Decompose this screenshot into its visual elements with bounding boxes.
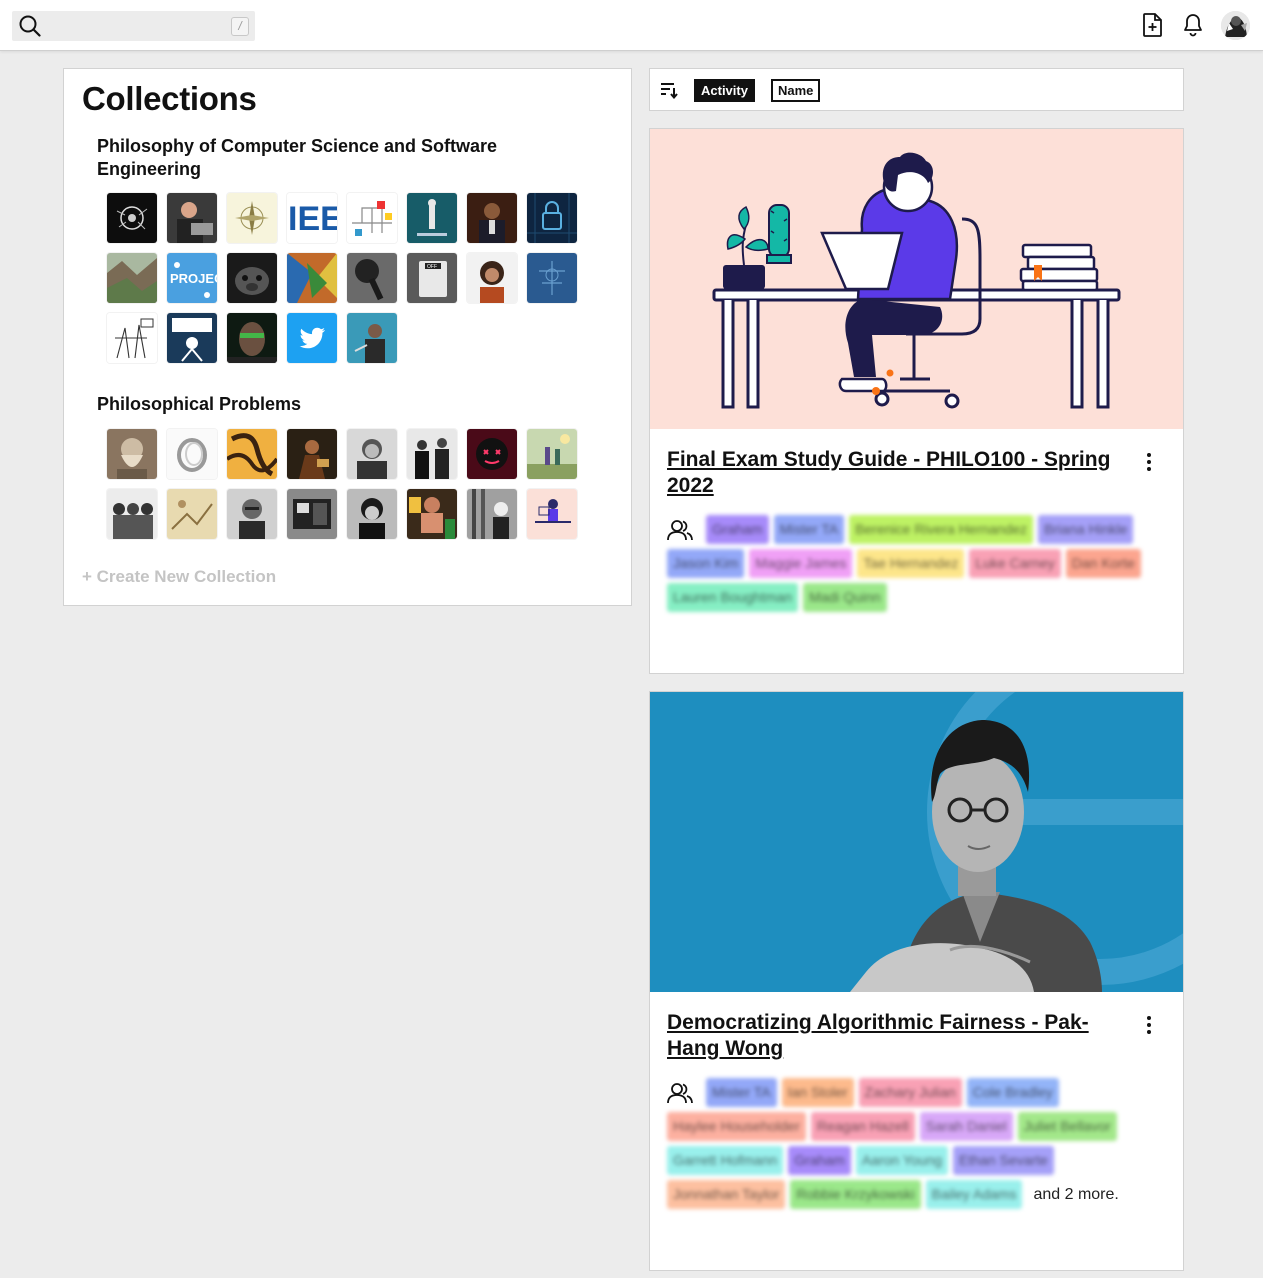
collections-heading: Collections	[82, 80, 257, 117]
collection-thumbnail[interactable]	[107, 429, 157, 479]
collection-thumbnail[interactable]	[527, 489, 577, 539]
participant-chip[interactable]: Haylee Householder	[667, 1112, 806, 1141]
collection-thumbnails: IEE PROJECT OFF	[107, 193, 577, 363]
collection-thumbnail[interactable]	[107, 193, 157, 243]
people-icon	[667, 515, 701, 544]
participant-chip[interactable]: Mister TA	[706, 1078, 777, 1107]
collection-thumbnail[interactable]: OFF	[407, 253, 457, 303]
collection-thumbnail[interactable]	[227, 193, 277, 243]
collection-thumbnail[interactable]: PROJECT	[167, 253, 217, 303]
participant-chip[interactable]: Graham	[706, 515, 769, 544]
participant-chip[interactable]: Cole Bradley	[966, 1078, 1059, 1107]
participant-chip[interactable]: Juliet Bellavor	[1017, 1112, 1117, 1141]
participant-chip[interactable]: Sarah Daniel	[919, 1112, 1013, 1141]
participant-chip[interactable]: Ethan Sevarte	[953, 1146, 1054, 1175]
collection-thumbnail[interactable]	[467, 429, 517, 479]
document-card: Final Exam Study Guide - PHILO100 - Spri…	[649, 128, 1184, 674]
participant-chip[interactable]: Bailey Adams	[925, 1180, 1023, 1209]
collection-thumbnail[interactable]	[227, 313, 277, 363]
search-shortcut-badge: /	[231, 17, 249, 36]
collection-thumbnail[interactable]	[227, 429, 277, 479]
collection-thumbnail[interactable]	[167, 193, 217, 243]
participant-chip[interactable]: Robbie Krzykowski	[790, 1180, 921, 1209]
participant-chip[interactable]: Lauren Boughtman	[667, 583, 799, 612]
more-participants-label: and 2 more.	[1033, 1185, 1119, 1203]
collection-thumbnail[interactable]	[347, 253, 397, 303]
new-document-icon[interactable]	[1141, 12, 1167, 38]
collection-thumbnail[interactable]	[527, 253, 577, 303]
top-bar: /	[0, 0, 1263, 51]
collection-thumbnail[interactable]	[407, 489, 457, 539]
collection-title[interactable]: Philosophical Problems	[97, 393, 557, 416]
participant-chip[interactable]: Garrett Hofmann	[667, 1146, 784, 1175]
svg-text:IEE: IEE	[288, 200, 337, 238]
search-input[interactable]	[52, 15, 222, 37]
collection-thumbnail[interactable]: IEE	[287, 193, 337, 243]
card-image[interactable]	[650, 692, 1183, 992]
collection-thumbnail[interactable]	[347, 313, 397, 363]
collection-thumbnail[interactable]	[167, 489, 217, 539]
collection-thumbnail[interactable]	[527, 429, 577, 479]
collection-thumbnail[interactable]	[287, 489, 337, 539]
collection-thumbnail[interactable]	[107, 253, 157, 303]
participant-chip[interactable]: Tae Hernandez	[857, 549, 965, 578]
participant-chip[interactable]: Ian Stoler	[781, 1078, 854, 1107]
search-icon[interactable]	[19, 15, 41, 42]
collection-thumbnail[interactable]	[287, 313, 337, 363]
participant-chip[interactable]: Jason Kim	[667, 549, 745, 578]
collection-thumbnail[interactable]	[167, 313, 217, 363]
card-image[interactable]	[650, 129, 1183, 429]
participants-list: Mister TA Ian Stoler Zachary Julian Cole Br…	[667, 1078, 1177, 1209]
collection-thumbnail[interactable]	[287, 253, 337, 303]
create-collection-button[interactable]: + Create New Collection	[82, 567, 276, 587]
collection-thumbnail[interactable]	[407, 429, 457, 479]
participant-chip[interactable]: Madi Quinn	[803, 583, 887, 612]
participant-chip[interactable]: Graham	[788, 1146, 851, 1175]
sort-icon[interactable]	[660, 81, 678, 104]
more-options-icon[interactable]	[1141, 1014, 1157, 1036]
collection-thumbnail[interactable]	[347, 193, 397, 243]
participant-chip[interactable]: Luke Carney	[969, 549, 1061, 578]
participants-list: Graham Mister TA Berenice Rivera Hernandez…	[667, 515, 1177, 612]
search-box[interactable]: /	[12, 11, 255, 41]
card-title[interactable]: Democratizing Algorithmic Fairness - Pak…	[667, 1010, 1132, 1062]
participant-chip[interactable]: Berenice Rivera Hernandez	[849, 515, 1034, 544]
collection-thumbnail[interactable]	[467, 489, 517, 539]
collection-thumbnail[interactable]	[227, 489, 277, 539]
collection-thumbnail[interactable]	[407, 193, 457, 243]
collection-thumbnail[interactable]	[287, 429, 337, 479]
document-card: Democratizing Algorithmic Fairness - Pak…	[649, 691, 1184, 1271]
collection-thumbnail[interactable]	[467, 253, 517, 303]
collection-thumbnail[interactable]	[467, 193, 517, 243]
collection-thumbnail[interactable]	[227, 253, 277, 303]
collection-title[interactable]: Philosophy of Computer Science and Softw…	[97, 135, 557, 181]
card-title[interactable]: Final Exam Study Guide - PHILO100 - Spri…	[667, 447, 1132, 499]
participant-chip[interactable]: Jonnathan Taylor	[667, 1180, 786, 1209]
sort-name-button[interactable]: Name	[771, 79, 821, 102]
svg-text:OFF: OFF	[427, 264, 437, 270]
participant-chip[interactable]: Aaron Young	[855, 1146, 949, 1175]
collection-thumbnail[interactable]	[527, 193, 577, 243]
collection-thumbnail[interactable]	[107, 489, 157, 539]
participant-chip[interactable]: Mister TA	[773, 515, 845, 544]
participant-chip[interactable]: Maggie James	[749, 549, 853, 578]
collections-panel: Collections Philosophy of Computer Scien…	[63, 68, 632, 606]
more-options-icon[interactable]	[1141, 451, 1157, 473]
svg-text:PROJECT: PROJECT	[170, 271, 217, 286]
participant-chip[interactable]: Dan Korte	[1065, 549, 1141, 578]
collection-thumbnail[interactable]	[107, 313, 157, 363]
participant-chip[interactable]: Zachary Julian	[858, 1078, 962, 1107]
participant-chip[interactable]: Reagan Hazell	[810, 1112, 915, 1141]
people-icon	[667, 1078, 701, 1107]
bell-icon[interactable]	[1181, 12, 1207, 38]
participant-chip[interactable]: Briana Hinkle	[1038, 515, 1134, 544]
collection-thumbnail[interactable]	[167, 429, 217, 479]
sort-bar: Activity Name	[649, 68, 1184, 111]
avatar[interactable]	[1221, 11, 1250, 40]
collection-thumbnail[interactable]	[347, 489, 397, 539]
collection-thumbnail[interactable]	[347, 429, 397, 479]
collection-thumbnails	[107, 429, 577, 539]
sort-activity-button[interactable]: Activity	[694, 79, 755, 102]
